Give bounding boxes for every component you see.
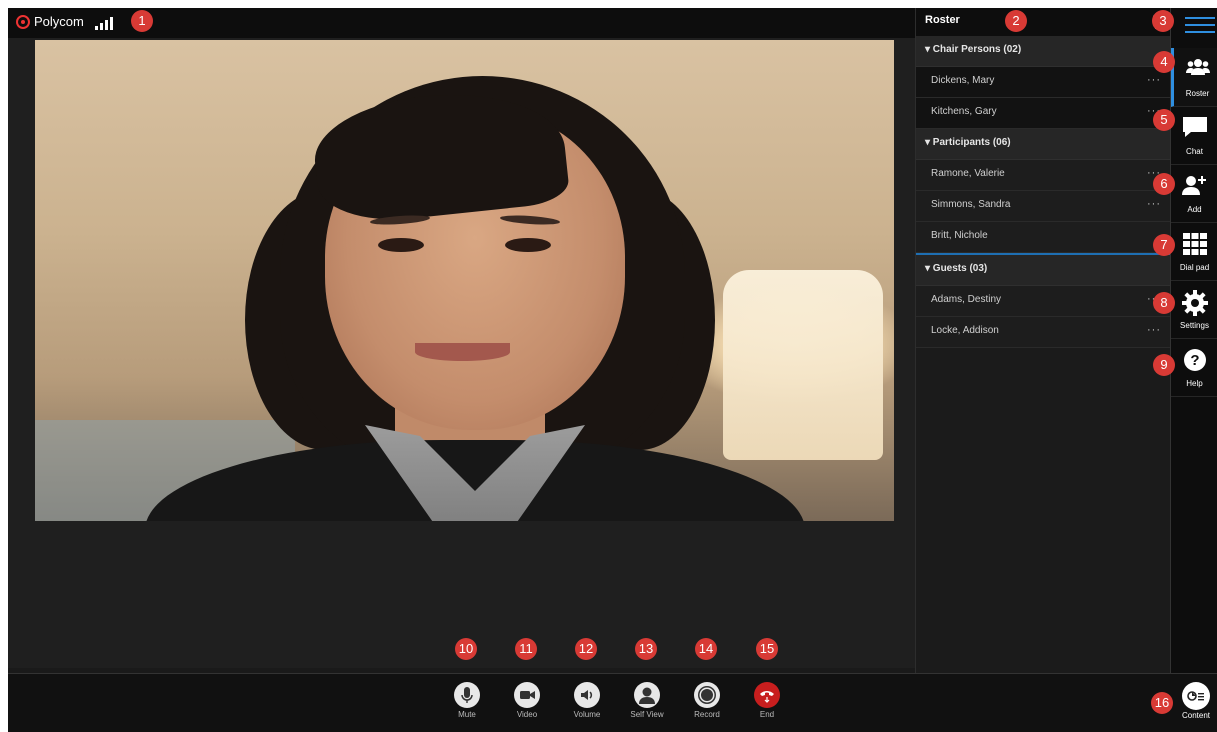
callout-badge: 5 <box>1153 109 1175 131</box>
roster-panel: Roster ▾ Chair Persons (02) Dickens, Mar… <box>915 8 1171 673</box>
callout-badge: 11 <box>515 638 537 660</box>
volume-label: Volume <box>573 710 601 719</box>
nav-label: Roster <box>1185 89 1210 98</box>
nav-help[interactable]: ? Help <box>1171 338 1217 397</box>
add-person-icon <box>1181 176 1206 195</box>
nav-label: Settings <box>1180 321 1209 330</box>
section-guests[interactable]: ▾ Guests (03) <box>916 255 1171 286</box>
record-button[interactable]: Record <box>682 682 732 719</box>
self-view-button[interactable]: Self View <box>622 682 672 719</box>
dialpad-icon <box>1182 233 1207 255</box>
person-name: Ramone, Valerie <box>931 168 1005 179</box>
callout-badge: 4 <box>1153 51 1175 73</box>
svg-text:?: ? <box>1190 352 1199 369</box>
record-label: Record <box>694 710 720 719</box>
person-name: Britt, Nichole <box>931 230 988 241</box>
nav-roster[interactable]: Roster <box>1171 48 1217 107</box>
callout-badge: 14 <box>695 638 717 660</box>
content-share-icon <box>1182 682 1210 710</box>
background-lamp <box>723 270 883 460</box>
callout-badge: 1 <box>131 10 153 32</box>
hamburger-menu-icon[interactable] <box>1185 12 1215 34</box>
camera-icon <box>514 682 540 708</box>
roster-title: Roster <box>925 14 960 26</box>
nav-dialpad[interactable]: Dial pad <box>1171 222 1217 281</box>
content-label: Content <box>1181 711 1211 720</box>
callout-badge: 10 <box>455 638 477 660</box>
volume-button[interactable]: Volume <box>562 682 612 719</box>
mute-button[interactable]: Mute <box>442 682 492 719</box>
roster-header: Roster <box>916 8 1171 36</box>
section-chair-persons[interactable]: ▾ Chair Persons (02) <box>916 36 1171 67</box>
nav-settings[interactable]: Settings <box>1171 280 1217 339</box>
roster-person[interactable]: Adams, Destiny ··· <box>916 286 1171 317</box>
content-button[interactable]: Content <box>1176 682 1216 720</box>
callout-badge: 7 <box>1153 234 1175 256</box>
person-name: Dickens, Mary <box>931 75 995 86</box>
mouth <box>415 343 510 361</box>
help-icon: ? <box>1183 349 1206 371</box>
callout-badge: 8 <box>1153 292 1175 314</box>
call-controls-bar: Mute Video Volume Self View Record End C… <box>8 673 1217 732</box>
roster-person[interactable]: Kitchens, Gary ··· <box>916 98 1171 129</box>
roster-person[interactable]: Simmons, Sandra ··· <box>916 191 1171 222</box>
brand-name: Polycom <box>34 14 84 29</box>
side-nav: Roster Chat Add Dial pad Settings ? Help <box>1170 8 1217 673</box>
roster-icon <box>1185 59 1210 75</box>
conference-app: Polycom Roster ▾ Chair Persons (02) Dick… <box>8 8 1217 732</box>
nav-label: Chat <box>1186 147 1203 156</box>
callout-badge: 12 <box>575 638 597 660</box>
signal-strength-icon[interactable] <box>95 16 113 30</box>
end-label: End <box>759 710 775 719</box>
more-options-icon[interactable]: ··· <box>1147 317 1161 344</box>
callout-badge: 6 <box>1153 173 1175 195</box>
callout-badge: 9 <box>1153 354 1175 376</box>
callout-badge: 15 <box>756 638 778 660</box>
callout-badge: 3 <box>1152 10 1174 32</box>
nav-label: Dial pad <box>1179 263 1210 272</box>
roster-person[interactable]: Locke, Addison ··· <box>916 317 1171 348</box>
hang-up-icon <box>754 682 780 708</box>
person-name: Simmons, Sandra <box>931 199 1011 210</box>
nav-label: Add <box>1187 205 1202 214</box>
remote-video[interactable] <box>35 40 894 521</box>
polycom-logo: Polycom <box>16 14 84 29</box>
chat-icon <box>1182 117 1207 137</box>
section-participants[interactable]: ▾ Participants (06) <box>916 129 1171 160</box>
gear-icon <box>1181 290 1208 316</box>
video-button[interactable]: Video <box>502 682 552 719</box>
speaker-icon <box>574 682 600 708</box>
self-view-label: Self View <box>630 710 664 719</box>
person-name: Locke, Addison <box>931 325 999 336</box>
person-name: Adams, Destiny <box>931 294 1002 305</box>
end-call-button[interactable]: End <box>742 682 792 719</box>
video-label: Video <box>516 710 538 719</box>
callout-badge: 2 <box>1005 10 1027 32</box>
more-options-icon[interactable]: ··· <box>1147 191 1161 218</box>
nav-label: Help <box>1186 379 1203 388</box>
microphone-icon <box>454 682 480 708</box>
nav-add[interactable]: Add <box>1171 164 1217 223</box>
right-eye <box>505 238 551 252</box>
callout-badge: 16 <box>1151 692 1173 714</box>
nav-chat[interactable]: Chat <box>1171 106 1217 165</box>
record-icon <box>694 682 720 708</box>
roster-person[interactable]: Ramone, Valerie ··· <box>916 160 1171 191</box>
left-eye <box>378 238 424 252</box>
person-icon <box>634 682 660 708</box>
roster-person[interactable]: Dickens, Mary ··· <box>916 67 1171 98</box>
roster-person[interactable]: Britt, Nichole <box>916 222 1171 253</box>
callout-badge: 13 <box>635 638 657 660</box>
polycom-logo-icon <box>16 14 30 29</box>
person-name: Kitchens, Gary <box>931 106 997 117</box>
mute-label: Mute <box>458 710 476 719</box>
